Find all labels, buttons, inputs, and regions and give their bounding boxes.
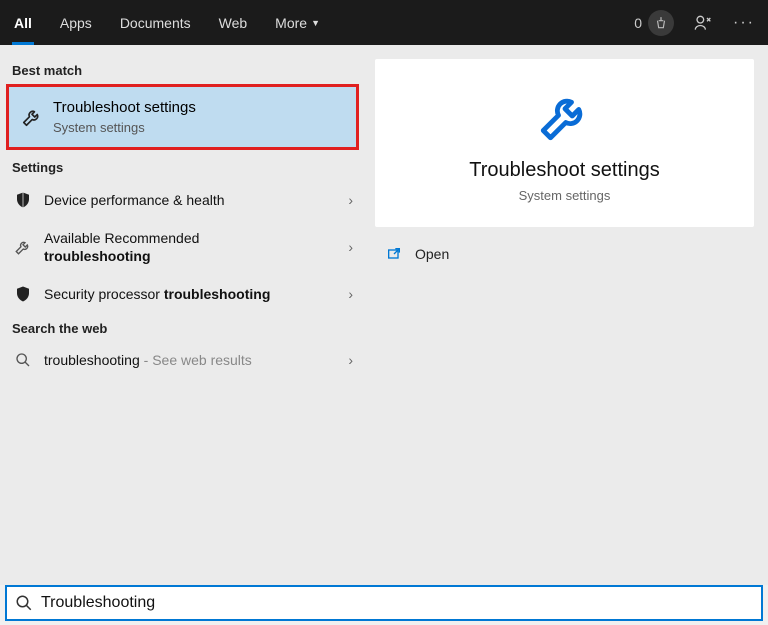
wrench-icon (21, 104, 43, 130)
detail-subtitle: System settings (395, 188, 734, 203)
rewards-points[interactable]: 0 (634, 10, 674, 36)
result-recommended-troubleshooting[interactable]: Available Recommended troubleshooting › (0, 219, 365, 275)
search-icon (12, 352, 34, 368)
result-title: Device performance & health (44, 192, 348, 208)
chevron-right-icon: › (348, 192, 353, 208)
chevron-right-icon: › (348, 352, 353, 368)
tab-documents[interactable]: Documents (106, 0, 205, 45)
chevron-right-icon: › (348, 239, 353, 255)
wrench-icon (12, 238, 34, 256)
results-list: Best match Troubleshoot settings System … (0, 45, 365, 585)
result-web-search[interactable]: troubleshooting - See web results › (0, 342, 365, 378)
search-filter-tabs: All Apps Documents Web More ▼ 0 ··· (0, 0, 768, 45)
result-title: troubleshooting - See web results (44, 352, 348, 368)
detail-pane: Troubleshoot settings System settings Op… (365, 45, 768, 585)
search-results-pane: Best match Troubleshoot settings System … (0, 45, 768, 585)
open-action[interactable]: Open (375, 227, 754, 269)
open-label: Open (415, 246, 449, 262)
tab-web[interactable]: Web (205, 0, 262, 45)
search-bar[interactable] (5, 585, 763, 621)
tab-more[interactable]: More ▼ (261, 0, 334, 45)
tab-all[interactable]: All (0, 0, 46, 45)
search-input[interactable] (41, 594, 753, 612)
section-best-match: Best match (0, 55, 365, 84)
result-title: Available Recommended troubleshooting (44, 229, 348, 265)
detail-title: Troubleshoot settings (395, 159, 734, 182)
chevron-down-icon: ▼ (311, 18, 320, 28)
rewards-icon (648, 10, 674, 36)
points-value: 0 (634, 15, 642, 31)
open-icon (385, 245, 403, 263)
shield-icon (12, 285, 34, 303)
section-settings: Settings (0, 152, 365, 181)
section-search-web: Search the web (0, 313, 365, 342)
best-match-result[interactable]: Troubleshoot settings System settings (6, 84, 359, 150)
result-security-processor[interactable]: Security processor troubleshooting › (0, 275, 365, 313)
tab-more-label: More (275, 15, 307, 31)
best-match-title: Troubleshoot settings (53, 99, 344, 116)
tab-apps[interactable]: Apps (46, 0, 106, 45)
shield-icon (12, 191, 34, 209)
best-match-subtitle: System settings (53, 120, 344, 135)
result-title: Security processor troubleshooting (44, 286, 348, 302)
result-device-performance[interactable]: Device performance & health › (0, 181, 365, 219)
chevron-right-icon: › (348, 286, 353, 302)
search-icon (15, 594, 33, 612)
wrench-icon (536, 87, 594, 145)
more-options-icon[interactable]: ··· (730, 9, 758, 37)
feedback-icon[interactable] (688, 9, 716, 37)
detail-card: Troubleshoot settings System settings (375, 59, 754, 227)
